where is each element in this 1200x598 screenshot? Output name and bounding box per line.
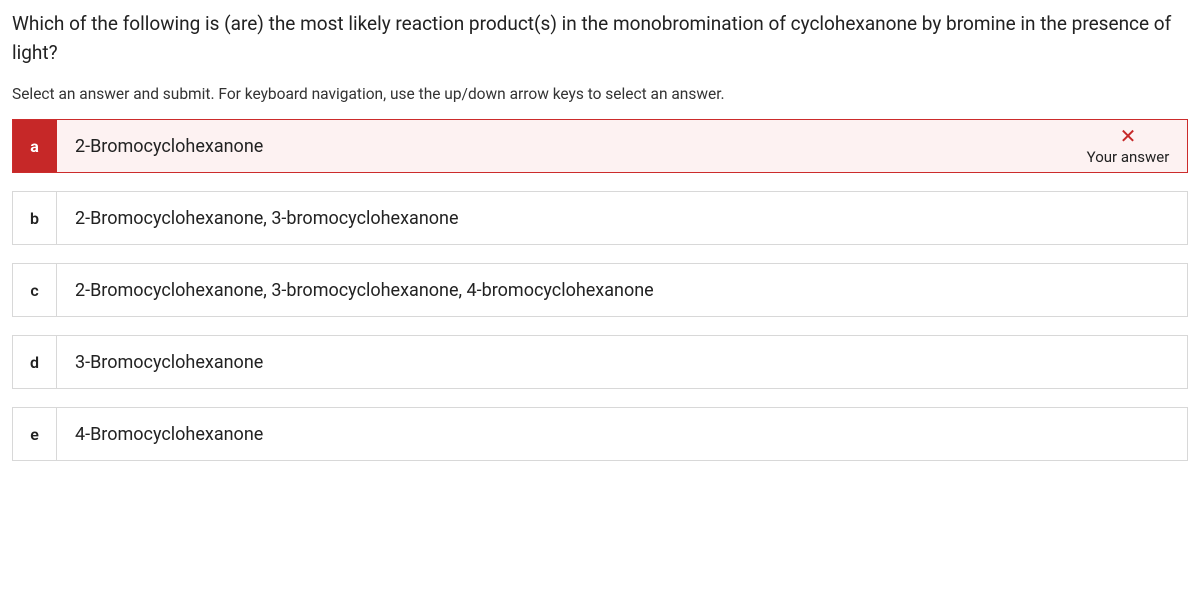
option-text: 2-Bromocyclohexanone (57, 120, 1069, 172)
option-key: c (13, 264, 57, 316)
option-text: 4-Bromocyclohexanone (57, 408, 1187, 460)
answer-option-e[interactable]: e 4-Bromocyclohexanone (12, 407, 1188, 461)
option-text: 3-Bromocyclohexanone (57, 336, 1187, 388)
option-key: a (13, 120, 57, 172)
your-answer-label: Your answer (1087, 148, 1170, 166)
options-list: a 2-Bromocyclohexanone ✕ Your answer b 2… (12, 119, 1188, 461)
instructions-text: Select an answer and submit. For keyboar… (12, 85, 1188, 103)
option-key: b (13, 192, 57, 244)
answer-feedback: ✕ Your answer (1069, 120, 1187, 172)
answer-option-c[interactable]: c 2-Bromocyclohexanone, 3-bromocyclohexa… (12, 263, 1188, 317)
answer-option-d[interactable]: d 3-Bromocyclohexanone (12, 335, 1188, 389)
option-key: d (13, 336, 57, 388)
answer-option-b[interactable]: b 2-Bromocyclohexanone, 3-bromocyclohexa… (12, 191, 1188, 245)
option-text: 2-Bromocyclohexanone, 3-bromocyclohexano… (57, 264, 1187, 316)
question-text: Which of the following is (are) the most… (12, 10, 1188, 67)
incorrect-x-icon: ✕ (1120, 126, 1137, 146)
answer-option-a[interactable]: a 2-Bromocyclohexanone ✕ Your answer (12, 119, 1188, 173)
option-key: e (13, 408, 57, 460)
option-text: 2-Bromocyclohexanone, 3-bromocyclohexano… (57, 192, 1187, 244)
